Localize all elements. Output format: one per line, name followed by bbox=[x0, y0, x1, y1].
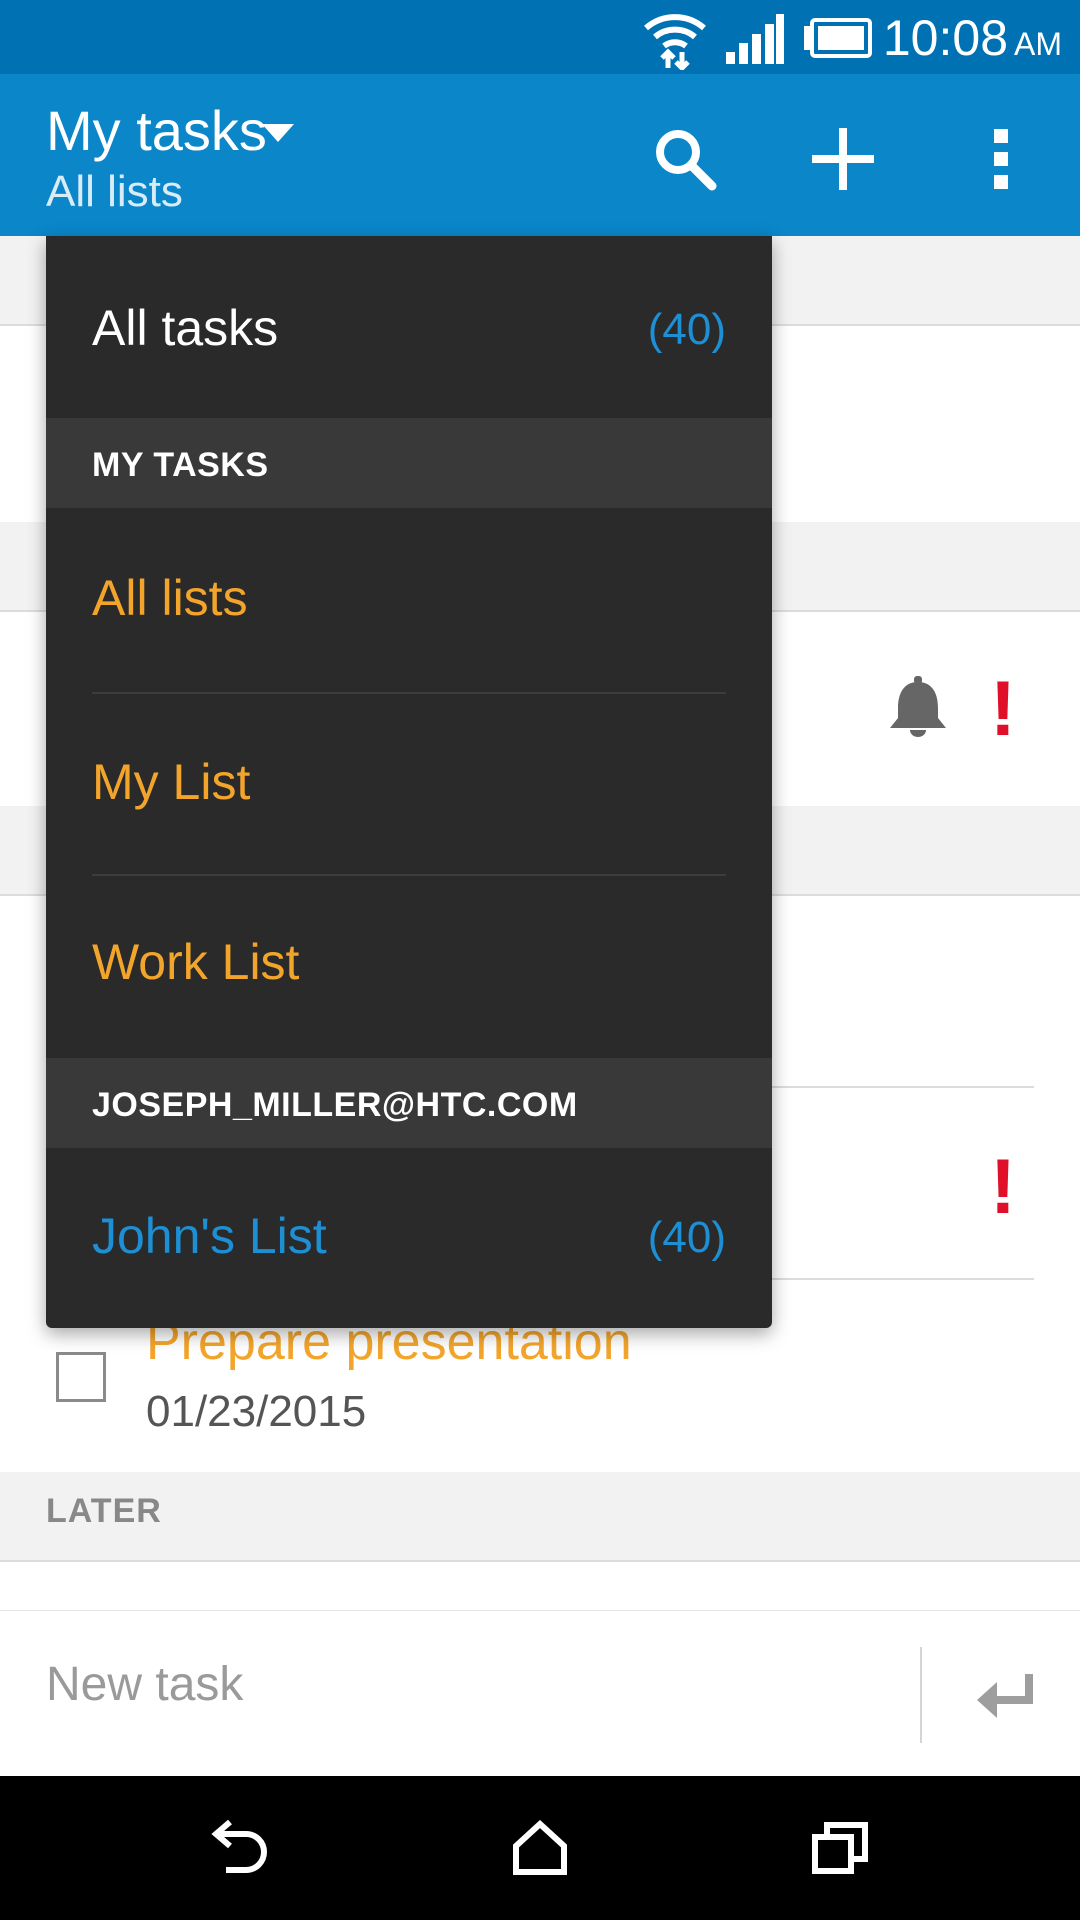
home-button[interactable] bbox=[490, 1806, 590, 1890]
back-button[interactable] bbox=[190, 1806, 290, 1890]
dropdown-section-account: JOSEPH_MILLER@HTC.COM bbox=[46, 1058, 772, 1148]
signal-icon bbox=[726, 14, 784, 64]
search-button[interactable] bbox=[640, 114, 730, 204]
submit-task-button[interactable] bbox=[960, 1661, 1050, 1731]
dropdown-section-my-tasks: MY TASKS bbox=[46, 418, 772, 508]
search-icon bbox=[656, 130, 717, 191]
status-bar: 10:08 AM bbox=[0, 0, 1080, 74]
dropdown-section-label: JOSEPH_MILLER@HTC.COM bbox=[92, 1086, 578, 1124]
dropdown-section-label: MY TASKS bbox=[92, 446, 269, 484]
dropdown-item-label: All lists bbox=[92, 570, 248, 626]
dropdown-item-label: John's List bbox=[92, 1208, 327, 1264]
new-task-divider bbox=[920, 1647, 922, 1743]
section-label: LATER bbox=[46, 1492, 162, 1530]
caret-down-icon[interactable] bbox=[262, 122, 294, 144]
dropdown-item-count: (40) bbox=[647, 1213, 726, 1262]
battery-icon bbox=[804, 18, 872, 58]
wifi-icon bbox=[644, 14, 706, 70]
home-icon bbox=[513, 1820, 567, 1875]
enter-icon bbox=[977, 1674, 1033, 1718]
clock-ampm: AM bbox=[1014, 26, 1062, 62]
plus-icon bbox=[812, 128, 874, 190]
overflow-menu-button[interactable] bbox=[956, 114, 1046, 204]
recent-apps-button[interactable] bbox=[790, 1806, 890, 1890]
dropdown-item-count: (40) bbox=[647, 305, 726, 354]
page-title: My tasks bbox=[46, 99, 267, 162]
priority-icon: ! bbox=[990, 1142, 1016, 1230]
dropdown-item-my-list[interactable]: My List bbox=[46, 694, 772, 876]
new-task-input[interactable] bbox=[46, 1649, 886, 1719]
task-checkbox[interactable] bbox=[56, 1352, 106, 1402]
bell-icon bbox=[890, 676, 946, 737]
dropdown-item-label: All tasks bbox=[92, 300, 279, 356]
clock: 10:08 AM bbox=[883, 8, 1062, 74]
dropdown-item-all-tasks[interactable]: All tasks (40) bbox=[46, 236, 772, 418]
list-selector[interactable]: My tasks bbox=[46, 98, 267, 164]
dropdown-item-all-lists[interactable]: All lists bbox=[46, 508, 772, 690]
section-header-later: LATER bbox=[0, 1472, 1080, 1562]
priority-icon: ! bbox=[990, 664, 1016, 752]
dropdown-item-johns-list[interactable]: John's List (40) bbox=[46, 1148, 772, 1328]
dropdown-item-work-list[interactable]: Work List bbox=[46, 876, 772, 1058]
new-task-bar bbox=[0, 1610, 1080, 1776]
task-date: 01/23/2015 bbox=[146, 1387, 367, 1436]
back-icon bbox=[211, 1820, 267, 1873]
recent-apps-icon bbox=[812, 1822, 868, 1874]
list-dropdown: All tasks (40) MY TASKS All lists My Lis… bbox=[46, 236, 772, 1328]
clock-time: 10:08 bbox=[882, 10, 1008, 66]
app-bar: My tasks All lists bbox=[0, 74, 1080, 236]
dropdown-item-label: My List bbox=[92, 754, 251, 810]
page-subtitle: All lists bbox=[46, 167, 183, 216]
more-vertical-icon bbox=[994, 129, 1008, 189]
dropdown-item-label: Work List bbox=[92, 934, 300, 990]
add-task-button[interactable] bbox=[798, 114, 888, 204]
navigation-bar bbox=[0, 1776, 1080, 1920]
